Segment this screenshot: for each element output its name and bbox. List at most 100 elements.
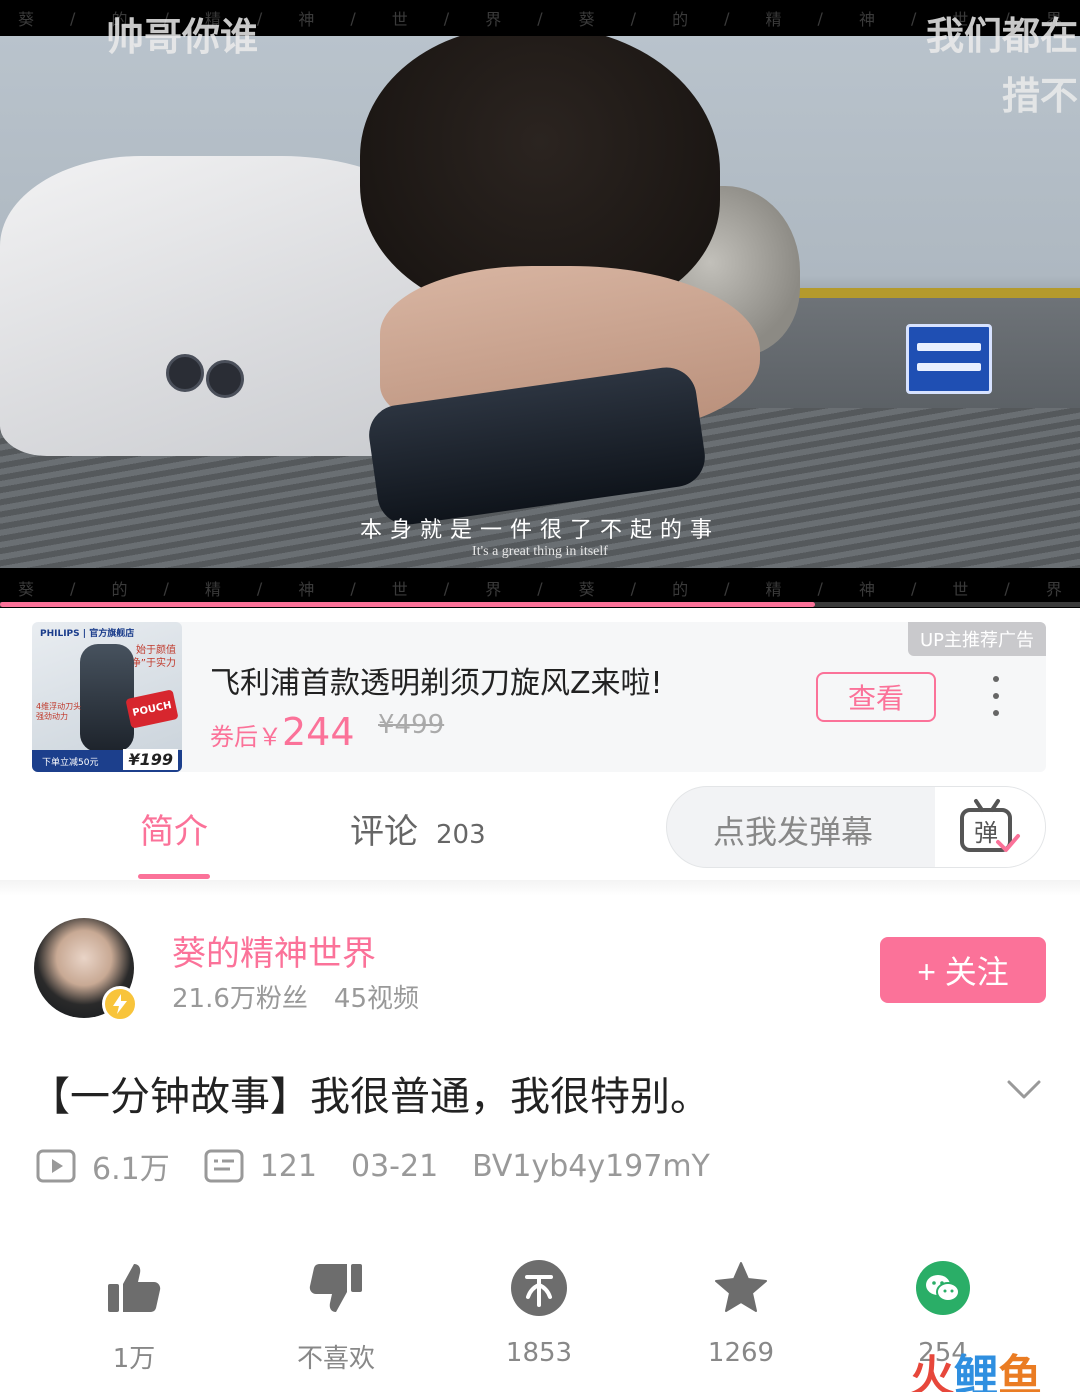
film-strip-char: 世 — [391, 580, 408, 599]
dislike-label: 不喜欢 — [296, 1344, 375, 1374]
progress-fill — [0, 602, 816, 607]
tab-active-indicator — [138, 874, 210, 879]
watermark-char: 火 — [910, 1351, 954, 1392]
film-strip-char: / — [350, 578, 356, 598]
film-strip-char: 的 — [672, 10, 689, 29]
film-strip-char: 的 — [111, 580, 128, 599]
film-strip-char: / — [537, 8, 543, 28]
tab-comments-label: 评论 — [350, 812, 418, 852]
like-button[interactable]: 1万 — [64, 1256, 204, 1375]
danmaku-count: 121 — [204, 1149, 317, 1184]
film-strip-char: 葵 — [578, 580, 595, 599]
film-strip-char: 精 — [765, 10, 782, 29]
danmaku-list-icon — [204, 1149, 244, 1183]
ad-title[interactable]: 飞利浦首款透明剃须刀旋风Z来啦! — [210, 658, 663, 702]
ad-price: 券后￥244 — [210, 710, 355, 754]
watermark-char: 鱼 — [998, 1351, 1042, 1392]
ad-thumb-brand: PHILIPS | 官方旗舰店 — [40, 629, 135, 639]
dislike-button[interactable]: 不喜欢 — [266, 1256, 406, 1375]
danmaku-overlay-text: 帅哥你谁 — [106, 15, 259, 59]
ad-old-price: ¥499 — [378, 710, 445, 740]
ad-thumb-slogan-line: 始于颜值 — [136, 645, 176, 656]
razor-image — [80, 644, 134, 752]
video-frame — [0, 36, 1080, 568]
ad-badge: UP主推荐广告 — [907, 622, 1046, 656]
film-strip-char: / — [443, 8, 450, 28]
bvid: BV1yb4y197mY — [472, 1148, 710, 1184]
watermark-logo: 火鲤鱼 — [910, 1340, 1042, 1392]
film-strip-char: / — [443, 578, 450, 598]
progress-bar[interactable] — [0, 602, 1080, 607]
more-options-icon[interactable] — [982, 676, 1010, 716]
film-strip-char: / — [910, 8, 917, 28]
video-meta: 6.1万 121 03-21 BV1yb4y197mY — [36, 1144, 744, 1188]
video-player[interactable]: 葵 / 的 / 精 / 神 / 世 / 界 / 葵 / 的 / 精 / 神 / 世 / 界 帅哥你谁 我们都在 措不 本身就… — [0, 0, 1080, 608]
danmaku-count-value: 121 — [259, 1148, 317, 1184]
ad-thumb-feature-line: 4维浮动刀头 — [36, 702, 82, 711]
coin-icon — [507, 1256, 571, 1320]
tab-intro[interactable]: 简介 — [140, 804, 208, 853]
film-strip-char: 葵 — [18, 10, 35, 29]
ad-thumb-feature: 4维浮动刀头 强劲动力 — [36, 702, 81, 722]
jacket-button — [206, 360, 244, 398]
favorite-count: 1269 — [707, 1338, 775, 1368]
film-strip-char: 精 — [765, 580, 782, 599]
film-strip-char: / — [910, 578, 917, 598]
film-strip-char: 世 — [952, 580, 969, 599]
danmaku-line: 措不 — [1001, 74, 1078, 118]
divider — [0, 880, 1080, 896]
film-strip-char: / — [70, 8, 76, 28]
film-strip-char: / — [1004, 578, 1010, 598]
film-strip-char: 精 — [204, 580, 221, 599]
ad-thumb-feature-line: 强劲动力 — [36, 712, 68, 721]
danmaku-toggle[interactable]: 弹 — [935, 787, 1045, 867]
tab-bar: 简介 评论 203 点我发弹幕 弹 — [0, 782, 1080, 882]
film-strip-char: / — [817, 578, 823, 598]
film-strip-char: / — [163, 578, 169, 598]
ad-thumbnail[interactable]: PHILIPS | 官方旗舰店 始于颜值 “净”于实力 4维浮动刀头 强劲动力 … — [32, 622, 182, 772]
ad-thumb-price: ¥199 — [123, 749, 178, 770]
film-strip-char: 界 — [485, 10, 502, 29]
film-strip-char: 界 — [1045, 580, 1062, 599]
tab-comments-count: 203 — [436, 820, 486, 850]
film-strip-char: / — [70, 578, 76, 598]
play-icon — [36, 1149, 76, 1183]
danmaku-line: 我们都在 — [925, 14, 1078, 58]
film-strip-char: 界 — [485, 580, 502, 599]
film-strip-char: 世 — [391, 10, 408, 29]
watermark-char: 鲤 — [954, 1351, 998, 1392]
ad-thumb-bar-text: 下单立减50元 — [42, 758, 99, 768]
film-strip-char: 的 — [672, 580, 689, 599]
film-strip-char: 神 — [858, 10, 875, 29]
coin-button[interactable]: 1853 — [469, 1256, 609, 1368]
film-strip-char: / — [724, 578, 730, 598]
uploader-name[interactable]: 葵的精神世界 — [172, 926, 376, 975]
film-strip-char: 葵 — [18, 580, 35, 599]
like-count: 1万 — [112, 1344, 156, 1374]
publish-date: 03-21 — [350, 1148, 439, 1184]
ad-card[interactable]: PHILIPS | 官方旗舰店 始于颜值 “净”于实力 4维浮动刀头 强劲动力 … — [32, 622, 1046, 772]
play-count: 6.1万 — [36, 1144, 170, 1188]
danmaku-placeholder: 点我发弹幕 — [713, 813, 874, 851]
star-icon — [709, 1256, 773, 1320]
danmaku-input[interactable]: 点我发弹幕 弹 — [666, 786, 1046, 868]
thumbs-down-icon — [304, 1256, 368, 1320]
ad-price-value: 244 — [282, 710, 355, 754]
film-strip-char: / — [350, 8, 356, 28]
ad-price-prefix: 券后￥ — [210, 723, 282, 751]
coin-count: 1853 — [505, 1338, 573, 1368]
film-strip-char: / — [537, 578, 543, 598]
chevron-down-icon[interactable] — [1006, 1074, 1042, 1104]
ad-view-button[interactable]: 查看 — [816, 672, 936, 722]
subtitle-chinese: 本身就是一件很了不起的事 — [359, 518, 720, 543]
danmaku-overlay-text: 我们都在 措不 — [926, 6, 1078, 126]
favorite-button[interactable]: 1269 — [671, 1256, 811, 1368]
film-strip-char: 神 — [298, 580, 315, 599]
subtitle-english: It's a great thing in itself — [472, 544, 608, 559]
uploader-stats: 21.6万粉丝 45视频 — [172, 978, 419, 1015]
film-strip-char: 神 — [858, 580, 875, 599]
follow-button[interactable]: + 关注 — [880, 937, 1046, 1003]
uploader-fans: 21.6万粉丝 — [172, 984, 308, 1014]
wechat-icon — [911, 1256, 975, 1320]
tab-comments[interactable]: 评论 203 — [350, 804, 486, 853]
